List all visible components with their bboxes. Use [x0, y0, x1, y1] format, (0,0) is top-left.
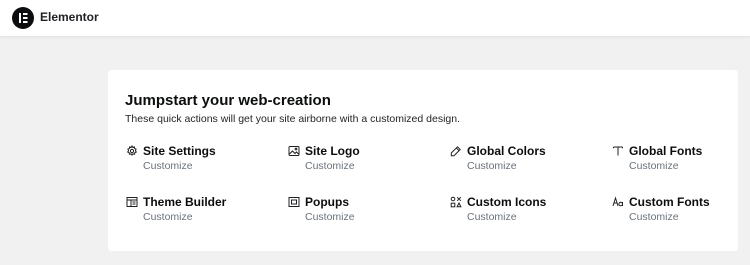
icons-grid-icon	[450, 196, 462, 208]
action-label: Popups	[305, 195, 349, 209]
action-custom-fonts[interactable]: Custom Fonts Customize	[612, 195, 750, 229]
customize-link[interactable]: Customize	[305, 211, 355, 223]
customize-link[interactable]: Customize	[143, 160, 193, 172]
customize-link[interactable]: Customize	[467, 211, 517, 223]
action-custom-icons[interactable]: Custom Icons Customize	[450, 195, 600, 229]
layout-icon	[126, 196, 138, 208]
customize-link[interactable]: Customize	[305, 160, 355, 172]
action-label: Global Fonts	[629, 144, 703, 158]
panel-title: Jumpstart your web-creation	[125, 92, 331, 109]
action-popups[interactable]: Popups Customize	[288, 195, 438, 229]
quick-actions-panel: Jumpstart your web-creation These quick …	[108, 70, 738, 251]
elementor-e-icon[interactable]	[12, 7, 34, 29]
gear-icon	[126, 145, 138, 157]
customize-link[interactable]: Customize	[629, 160, 679, 172]
action-site-logo[interactable]: Site Logo Customize	[288, 144, 438, 178]
action-global-colors[interactable]: Global Colors Customize	[450, 144, 600, 178]
top-bar: Elementor	[0, 0, 750, 37]
action-global-fonts[interactable]: Global Fonts Customize	[612, 144, 750, 178]
app-name: Elementor	[40, 10, 99, 24]
popup-icon	[288, 196, 300, 208]
action-label: Theme Builder	[143, 195, 227, 209]
panel-subtitle: These quick actions will get your site a…	[125, 113, 460, 125]
action-label: Site Settings	[143, 144, 216, 158]
text-t-icon	[612, 145, 624, 157]
image-icon	[288, 145, 300, 157]
customize-link[interactable]: Customize	[629, 211, 679, 223]
action-site-settings[interactable]: Site Settings Customize	[126, 144, 276, 178]
action-theme-builder[interactable]: Theme Builder Customize	[126, 195, 276, 229]
font-aa-icon	[612, 196, 624, 208]
action-label: Global Colors	[467, 144, 546, 158]
action-label: Site Logo	[305, 144, 360, 158]
customize-link[interactable]: Customize	[467, 160, 517, 172]
action-label: Custom Fonts	[629, 195, 710, 209]
eyedropper-icon	[450, 145, 462, 157]
customize-link[interactable]: Customize	[143, 211, 193, 223]
action-label: Custom Icons	[467, 195, 547, 209]
